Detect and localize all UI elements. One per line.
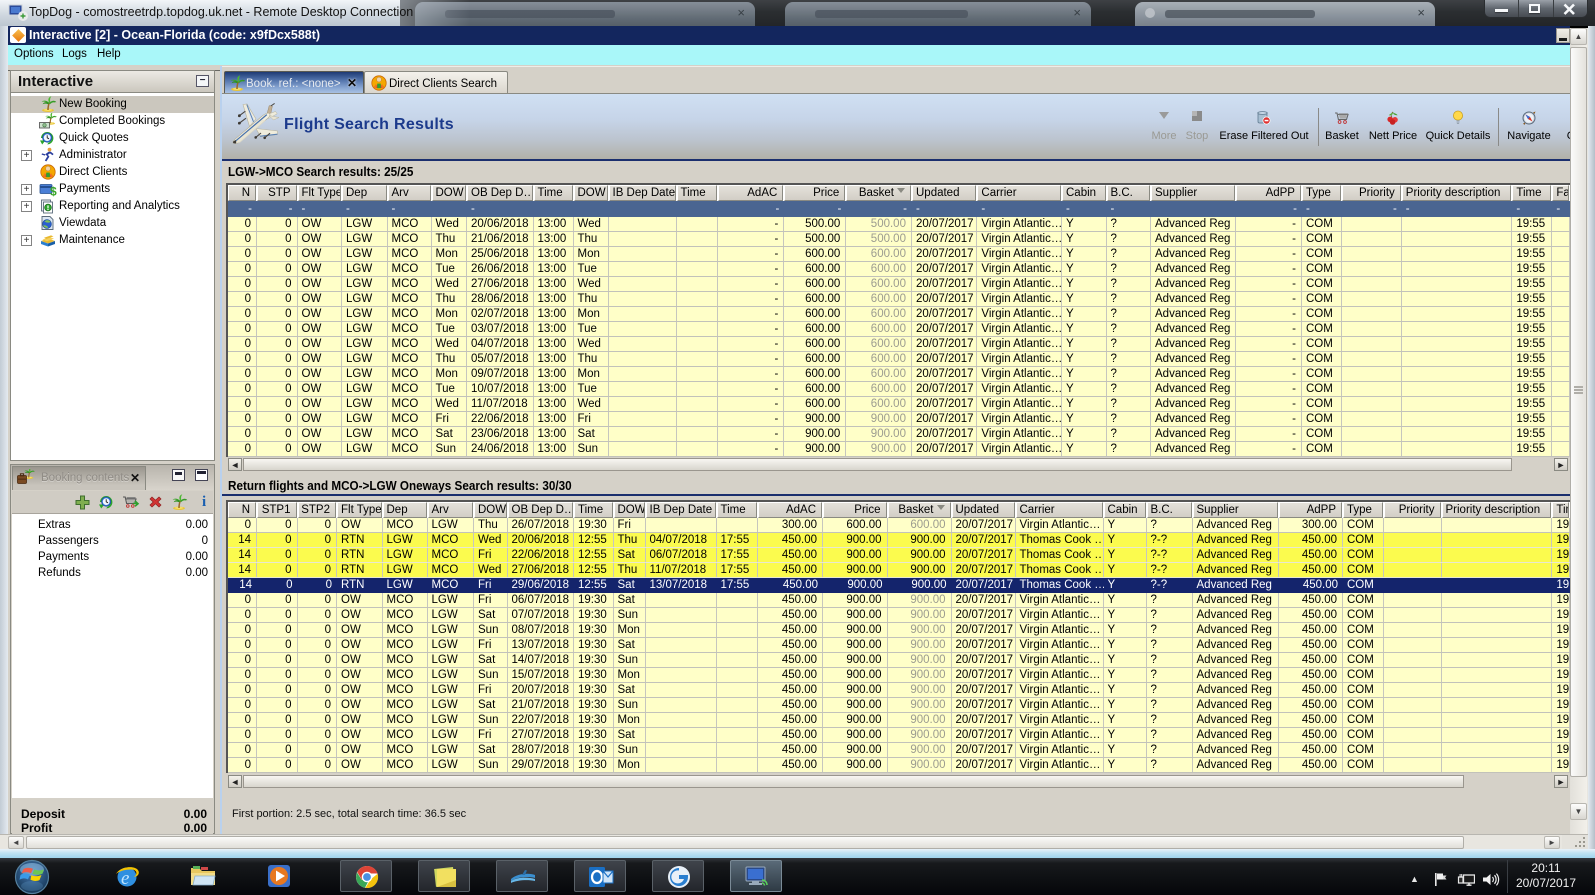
svg-text:e: e <box>121 868 129 889</box>
svg-text:i: i <box>202 494 206 509</box>
svg-text:$: $ <box>50 185 57 198</box>
